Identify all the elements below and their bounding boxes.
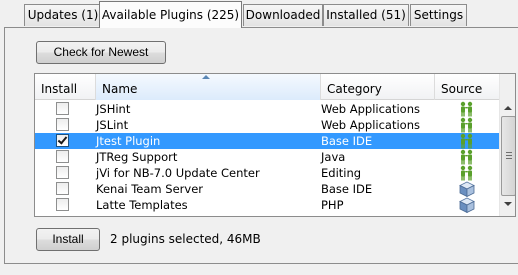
column-install[interactable]: Install	[35, 74, 96, 100]
grip-line	[506, 158, 512, 159]
install-checkbox[interactable]	[56, 134, 69, 147]
install-checkbox[interactable]	[56, 182, 69, 195]
tab-bar: Updates (1) Available Plugins (225) Down…	[0, 0, 518, 28]
plugins-table: Install Name Category Source JSHint Web A…	[34, 73, 516, 217]
tab-available-plugins[interactable]: Available Plugins (225)	[99, 1, 242, 28]
install-checkbox[interactable]	[56, 102, 69, 115]
cube-plugin-icon	[458, 181, 476, 198]
community-plugin-icon	[458, 101, 476, 117]
install-checkbox[interactable]	[56, 166, 69, 179]
check-for-newest-button[interactable]: Check for Newest	[36, 41, 166, 64]
plugin-category: Web Applications	[321, 102, 420, 116]
grip-line	[506, 152, 512, 153]
community-plugin-icon	[458, 149, 476, 165]
column-name[interactable]: Name	[96, 74, 321, 100]
install-button[interactable]: Install	[36, 228, 100, 251]
community-plugin-icon	[458, 133, 476, 149]
scroll-down-arrow-icon[interactable]	[504, 202, 512, 206]
install-checkbox[interactable]	[56, 198, 69, 211]
column-category[interactable]: Category	[321, 74, 435, 100]
plugin-name: jVi for NB-7.0 Update Center	[96, 166, 260, 180]
install-checkbox[interactable]	[56, 150, 69, 163]
selection-status: 2 plugins selected, 46MB	[110, 232, 261, 246]
grip-line	[506, 155, 512, 156]
table-row[interactable]: Kenai Team Server Base IDE	[35, 181, 499, 198]
tab-settings[interactable]: Settings	[410, 4, 467, 26]
checkmark-icon	[57, 134, 68, 145]
scroll-up-arrow-icon[interactable]	[504, 106, 512, 110]
plugin-name: JTReg Support	[96, 150, 178, 164]
sort-ascending-icon	[202, 75, 210, 79]
community-plugin-icon	[458, 165, 476, 181]
plugin-name: Latte Templates	[96, 198, 188, 212]
table-row[interactable]: JSHint Web Applications	[35, 101, 499, 117]
column-name-label: Name	[102, 82, 138, 96]
plugin-name: JSLint	[96, 118, 129, 132]
install-checkbox[interactable]	[56, 118, 69, 131]
plugin-name: Jtest Plugin	[96, 134, 161, 148]
plugin-category: Editing	[321, 166, 362, 180]
vertical-scrollbar[interactable]	[499, 74, 515, 216]
tab-installed[interactable]: Installed (51)	[323, 4, 409, 26]
plugin-name: JSHint	[96, 102, 131, 116]
plugin-category: PHP	[321, 198, 344, 212]
scroll-thumb[interactable]	[501, 116, 515, 196]
plugin-category: Java	[321, 150, 346, 164]
table-row[interactable]: Jtest Plugin Base IDE	[35, 133, 499, 149]
plugin-category: Base IDE	[321, 182, 373, 196]
plugin-category: Web Applications	[321, 118, 420, 132]
tab-updates[interactable]: Updates (1)	[24, 4, 102, 26]
cube-plugin-icon	[458, 197, 476, 214]
table-header: Install Name Category Source	[35, 74, 499, 100]
table-body: JSHint Web Applications JSLint Web Applica…	[35, 101, 499, 214]
plugin-name: Kenai Team Server	[96, 182, 203, 196]
tab-downloaded[interactable]: Downloaded	[243, 4, 323, 26]
table-row[interactable]: jVi for NB-7.0 Update Center Editing	[35, 165, 499, 181]
plugin-category: Base IDE	[321, 134, 373, 148]
community-plugin-icon	[458, 117, 476, 133]
table-row[interactable]: Latte Templates PHP	[35, 197, 499, 214]
table-row[interactable]: JSLint Web Applications	[35, 117, 499, 133]
column-source[interactable]: Source	[435, 74, 499, 100]
table-row[interactable]: JTReg Support Java	[35, 149, 499, 165]
